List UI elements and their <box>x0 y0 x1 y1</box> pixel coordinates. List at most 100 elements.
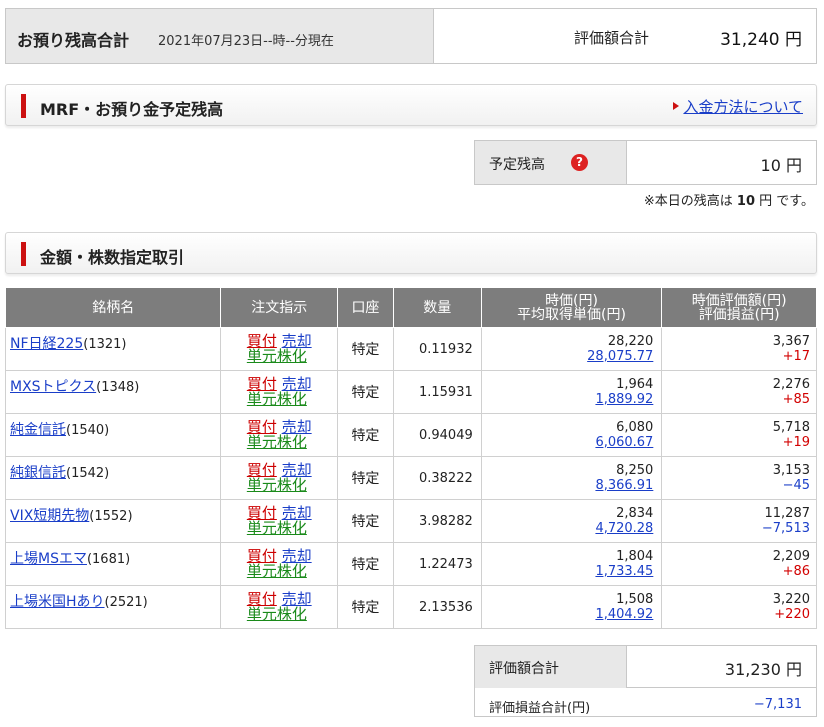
table-row: 上場MSエマ(1681) 買付 売却 単元株化 特定 1.22473 1,804 1… <box>4 542 817 586</box>
cell-qty: 3.98282 <box>392 499 482 543</box>
fund-name-link[interactable]: NF日経225 <box>10 336 83 352</box>
avg-cost-link[interactable]: 6,060.67 <box>595 435 653 450</box>
fund-code: (2521) <box>104 595 148 610</box>
order-links: 買付 売却 単元株化 <box>247 462 312 494</box>
market-value: 3,367 <box>772 334 810 349</box>
fund-name-link[interactable]: 上場米国Hあり <box>10 594 105 610</box>
avg-cost-link[interactable]: 8,366.91 <box>595 478 653 493</box>
cell-order: 買付 売却 単元株化 <box>220 542 339 586</box>
totals-value-row: 評価額合計 31,230 円 <box>475 646 816 688</box>
totals-value-label: 評価額合計 <box>489 661 559 677</box>
balance-summary-title-cell: お預り残高合計 2021年07月23日--時--分現在 <box>6 9 434 63</box>
market-value: 2,209 <box>772 549 810 564</box>
header-value-line2: 評価損益(円) <box>698 306 780 323</box>
fund-code: (1681) <box>86 552 131 567</box>
fund-code: (1540) <box>66 423 110 438</box>
table-row: 純銀信託(1542) 買付 売却 単元株化 特定 0.38222 8,250 8,3… <box>4 456 817 500</box>
unit-share-link[interactable]: 単元株化 <box>247 476 307 494</box>
fund-name-link[interactable]: 純金信託 <box>10 422 66 438</box>
cell-name: 上場MSエマ(1681) <box>4 542 222 586</box>
cell-name: VIX短期先物(1552) <box>4 499 222 543</box>
cell-valuation: 2,276 +85 <box>661 370 817 414</box>
market-value: 11,287 <box>764 506 811 521</box>
cell-order: 買付 売却 単元株化 <box>220 370 339 414</box>
market-price: 1,964 <box>616 377 654 392</box>
cell-valuation: 5,718 +19 <box>661 413 817 457</box>
cell-account: 特定 <box>337 542 394 586</box>
cell-account: 特定 <box>337 370 394 414</box>
avg-cost-link[interactable]: 1,404.92 <box>595 607 653 622</box>
cell-name: MXSトピクス(1348) <box>4 370 222 414</box>
scheduled-balance-box: 予定残高 ? 10 円 <box>474 140 817 185</box>
help-icon[interactable]: ? <box>571 154 588 171</box>
order-links: 買付 売却 単元株化 <box>247 376 312 408</box>
unit-share-link[interactable]: 単元株化 <box>247 562 307 580</box>
fund-name-link[interactable]: MXSトピクス <box>10 379 96 395</box>
balance-summary: お預り残高合計 2021年07月23日--時--分現在 評価額合計 31,240… <box>5 8 817 64</box>
totals-value: 31,230 円 <box>724 660 802 679</box>
fund-code: (1321) <box>83 337 127 352</box>
total-valuation-label: 評価額合計 <box>574 29 650 47</box>
cell-qty: 0.11932 <box>392 327 482 371</box>
cell-valuation: 2,209 +86 <box>661 542 817 586</box>
cell-account: 特定 <box>337 456 394 500</box>
totals-pl-label: 評価損益合計(円) <box>489 701 591 716</box>
page-title: お預り残高合計 <box>17 31 130 50</box>
fund-name-link[interactable]: 上場MSエマ <box>10 551 87 567</box>
totals-box: 評価額合計 31,230 円 評価損益合計(円) −7,131 <box>474 645 817 717</box>
market-price: 2,834 <box>616 506 654 521</box>
cell-order: 買付 売却 単元株化 <box>220 585 339 629</box>
deposit-method-link[interactable]: 入金方法について <box>673 96 803 117</box>
cell-price: 6,080 6,060.67 <box>480 413 663 457</box>
table-row: 上場米国Hあり(2521) 買付 売却 単元株化 特定 2.13536 1,508… <box>4 585 817 629</box>
fund-name-link[interactable]: VIX短期先物 <box>10 508 89 524</box>
cell-order: 買付 売却 単元株化 <box>220 327 339 371</box>
unit-share-link[interactable]: 単元株化 <box>247 519 307 537</box>
fund-code: (1348) <box>96 380 140 395</box>
holdings-table: 銘柄名 注文指示 口座 数量 時価(円) 平均取得単価(円) 時価評価額(円) 評価… <box>4 287 817 629</box>
header-order: 注文指示 <box>220 287 339 328</box>
avg-cost-link[interactable]: 28,075.77 <box>587 349 653 364</box>
totals-pl: −7,131 <box>753 697 802 712</box>
order-links: 買付 売却 単元株化 <box>247 333 312 365</box>
market-value: 3,153 <box>772 463 810 478</box>
cell-account: 特定 <box>337 585 394 629</box>
trade-section-header: 金額・株数指定取引 <box>5 232 817 274</box>
table-row: VIX短期先物(1552) 買付 売却 単元株化 特定 3.98282 2,834… <box>4 499 817 543</box>
fund-code: (1542) <box>66 466 110 481</box>
header-name: 銘柄名 <box>4 287 222 328</box>
unit-share-link[interactable]: 単元株化 <box>247 605 307 623</box>
header-price-line2: 平均取得単価(円) <box>517 306 626 323</box>
cell-account: 特定 <box>337 327 394 371</box>
section-marker <box>21 94 26 118</box>
cell-order: 買付 売却 単元株化 <box>220 413 339 457</box>
cell-price: 1,804 1,733.45 <box>480 542 663 586</box>
cell-price: 1,508 1,404.92 <box>480 585 663 629</box>
table-header-row: 銘柄名 注文指示 口座 数量 時価(円) 平均取得単価(円) 時価評価額(円) 評価… <box>4 287 817 328</box>
market-price: 1,804 <box>616 549 654 564</box>
note-suffix: 円 です。 <box>759 194 814 209</box>
unit-share-link[interactable]: 単元株化 <box>247 433 307 451</box>
unit-share-link[interactable]: 単元株化 <box>247 347 307 365</box>
avg-cost-link[interactable]: 1,733.45 <box>595 564 653 579</box>
table-row: MXSトピクス(1348) 買付 売却 単元株化 特定 1.15931 1,964… <box>4 370 817 414</box>
cell-name: 純金信託(1540) <box>4 413 222 457</box>
cell-valuation: 11,287 −7,513 <box>661 499 817 543</box>
cell-qty: 2.13536 <box>392 585 482 629</box>
market-value: 3,220 <box>772 592 810 607</box>
unit-share-link[interactable]: 単元株化 <box>247 390 307 408</box>
header-account: 口座 <box>337 287 394 328</box>
cell-order: 買付 売却 単元株化 <box>220 499 339 543</box>
avg-cost-link[interactable]: 1,889.92 <box>595 392 653 407</box>
header-price: 時価(円) 平均取得単価(円) <box>480 287 663 328</box>
cell-name: 純銀信託(1542) <box>4 456 222 500</box>
profit-loss: +19 <box>782 435 810 450</box>
market-price: 1,508 <box>616 592 654 607</box>
cell-valuation: 3,220 +220 <box>661 585 817 629</box>
avg-cost-link[interactable]: 4,720.28 <box>595 521 653 536</box>
scheduled-balance-value: 10 円 <box>760 156 802 175</box>
fund-name-link[interactable]: 純銀信託 <box>10 465 66 481</box>
header-qty: 数量 <box>392 287 482 328</box>
cell-name: 上場米国Hあり(2521) <box>4 585 222 629</box>
market-value: 2,276 <box>772 377 810 392</box>
